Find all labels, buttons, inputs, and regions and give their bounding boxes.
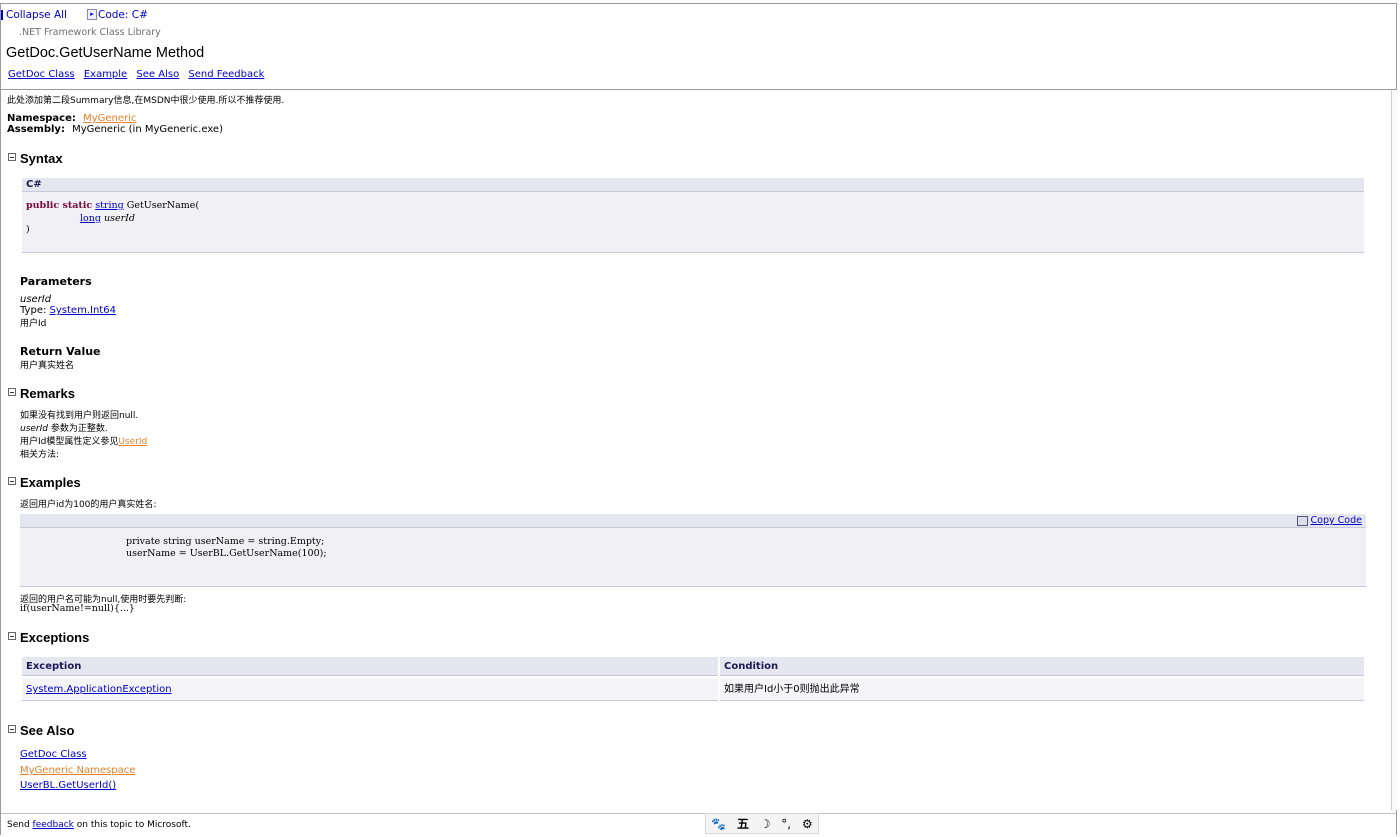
nav-link-see-also[interactable]: See Also <box>136 69 179 80</box>
syntax-lang-label: C# <box>26 179 42 190</box>
moon-icon[interactable]: ☽ <box>760 817 771 831</box>
nav-link-example[interactable]: Example <box>84 69 127 80</box>
collapse-all-link[interactable]: Collapse All <box>6 9 67 21</box>
assembly-label: Assembly: <box>7 124 65 135</box>
param-type-row: Type: System.Int64 <box>20 305 116 316</box>
example-code-header: Copy Code <box>20 514 1366 528</box>
exceptions-col-exception: Exception <box>22 657 718 676</box>
see-also-link-userbl[interactable]: UserBL.GetUserId() <box>20 780 116 791</box>
parameters-heading: Parameters <box>20 275 92 288</box>
syntax-param-name: userId <box>104 213 135 224</box>
library-label: .NET Framework Class Library <box>19 27 161 38</box>
assembly-row: Assembly: MyGeneric (in MyGeneric.exe) <box>7 124 223 135</box>
examples-heading-text: Examples <box>20 475 81 490</box>
namespace-link[interactable]: MyGeneric <box>83 113 136 124</box>
exception-type-link[interactable]: System.ApplicationException <box>26 684 172 695</box>
toolbar-edge-marker <box>1 10 3 20</box>
remarks-line-3: 用户Id模型属性定义参见UserId <box>20 434 147 447</box>
param-description: 用户Id <box>20 319 47 329</box>
header-nav-links: GetDoc Class Example See Also Send Feedb… <box>8 69 270 80</box>
exceptions-heading-text: Exceptions <box>20 630 90 645</box>
remarks-heading[interactable]: Remarks <box>8 386 75 401</box>
param-type-link[interactable]: System.Int64 <box>50 305 116 316</box>
collapse-toggle-icon[interactable] <box>8 153 16 161</box>
example-code-line-2: userName = UserBL.GetUserName(100); <box>126 548 327 559</box>
remarks-line-1: 如果没有找到用户则返回null. <box>20 411 139 421</box>
namespace-label: Namespace: <box>7 113 76 124</box>
code-language-label[interactable]: Code: C# <box>98 9 148 21</box>
remarks-line-4: 相关方法: <box>20 450 60 460</box>
syntax-param-type-link[interactable]: long <box>80 213 101 224</box>
copy-code-link[interactable]: Copy Code <box>1311 515 1362 526</box>
syntax-heading-text: Syntax <box>20 151 63 166</box>
collapse-toggle-icon[interactable] <box>8 388 16 396</box>
page-header: Collapse All ▸ Code: C# .NET Framework C… <box>1 4 1396 90</box>
return-value-heading: Return Value <box>20 345 101 358</box>
see-also-link-class[interactable]: GetDoc Class <box>20 749 87 760</box>
example-code-line-1: private string userName = string.Empty; <box>126 536 325 547</box>
see-also-heading[interactable]: See Also <box>8 723 74 738</box>
exceptions-heading[interactable]: Exceptions <box>8 630 89 645</box>
syntax-return-type-link[interactable]: string <box>95 200 123 211</box>
collapse-toggle-icon[interactable] <box>8 725 16 733</box>
syntax-line-2: long userId <box>80 213 135 224</box>
gear-icon[interactable]: ⚙ <box>802 817 813 831</box>
exceptions-cell-condition: 如果用户Id小于0则抛出此异常 <box>720 678 1364 701</box>
copy-code-button[interactable]: Copy Code <box>1296 515 1362 526</box>
syntax-method-name: GetUserName( <box>126 200 200 211</box>
remarks-line-2: userId 参数为正整数. <box>20 421 108 434</box>
comma-icon[interactable]: °, <box>781 817 791 831</box>
nav-link-send-feedback[interactable]: Send Feedback <box>188 69 264 80</box>
remarks-userid-text: 用户Id模型属性定义参见 <box>20 437 119 447</box>
collapse-toggle-icon[interactable] <box>8 477 16 485</box>
return-value-description: 用户真实姓名 <box>20 361 75 371</box>
example-code-panel: Copy Code private string userName = stri… <box>20 514 1366 587</box>
page-title: GetDoc.GetUserName Method <box>6 45 205 61</box>
examples-intro: 返回用户id为100的用户真实姓名: <box>20 500 157 510</box>
footer-send-text: Send <box>7 820 30 830</box>
see-also-link-namespace[interactable]: MyGeneric Namespace <box>20 765 135 776</box>
collapse-toggle-icon[interactable] <box>8 632 16 640</box>
exceptions-cell-exception: System.ApplicationException <box>22 678 718 701</box>
examples-heading[interactable]: Examples <box>8 475 81 490</box>
remarks-param-name: userId <box>20 424 48 434</box>
namespace-row: Namespace: MyGeneric <box>7 113 136 124</box>
wu-icon[interactable]: 五 <box>737 815 749 832</box>
exceptions-col-condition: Condition <box>720 657 1364 676</box>
syntax-line-3: ) <box>26 224 30 235</box>
ime-toolbar[interactable]: 🐾 五 ☽ °, ⚙ <box>705 813 819 834</box>
paw-icon[interactable]: 🐾 <box>711 817 726 831</box>
header-toolbar: Collapse All ▸ Code: C# <box>1 9 148 21</box>
examples-note-code: if(userName!=null){...} <box>20 603 135 614</box>
vertical-scrollbar[interactable] <box>1391 90 1397 810</box>
assembly-value: MyGeneric (in MyGeneric.exe) <box>72 124 223 135</box>
syntax-code-panel: C# public static string GetUserName( lon… <box>22 178 1364 253</box>
page-footer: Send feedback on this topic to Microsoft… <box>1 813 1396 835</box>
param-type-label: Type: <box>20 305 47 316</box>
code-language-dropdown-icon[interactable]: ▸ <box>87 9 97 20</box>
remarks-param-note: 参数为正整数. <box>50 424 108 434</box>
syntax-line-1: public static string GetUserName( <box>26 200 199 211</box>
copy-icon <box>1296 515 1308 526</box>
footer-feedback-text: Send feedback on this topic to Microsoft… <box>7 820 191 830</box>
syntax-heading[interactable]: Syntax <box>8 151 63 166</box>
param-name: userId <box>20 294 52 305</box>
nav-link-class[interactable]: GetDoc Class <box>8 69 75 80</box>
syntax-keyword: public static <box>26 200 93 211</box>
remarks-userid-link[interactable]: UserId <box>118 437 147 447</box>
remarks-heading-text: Remarks <box>20 386 75 401</box>
footer-feedback-link[interactable]: feedback <box>33 820 74 830</box>
summary-text: 此处添加第二段Summary信息,在MSDN中很少使用.所以不推荐使用. <box>7 96 285 106</box>
footer-rest-text: on this topic to Microsoft. <box>76 820 191 830</box>
syntax-code-header: C# <box>22 178 1364 192</box>
see-also-heading-text: See Also <box>20 723 75 738</box>
